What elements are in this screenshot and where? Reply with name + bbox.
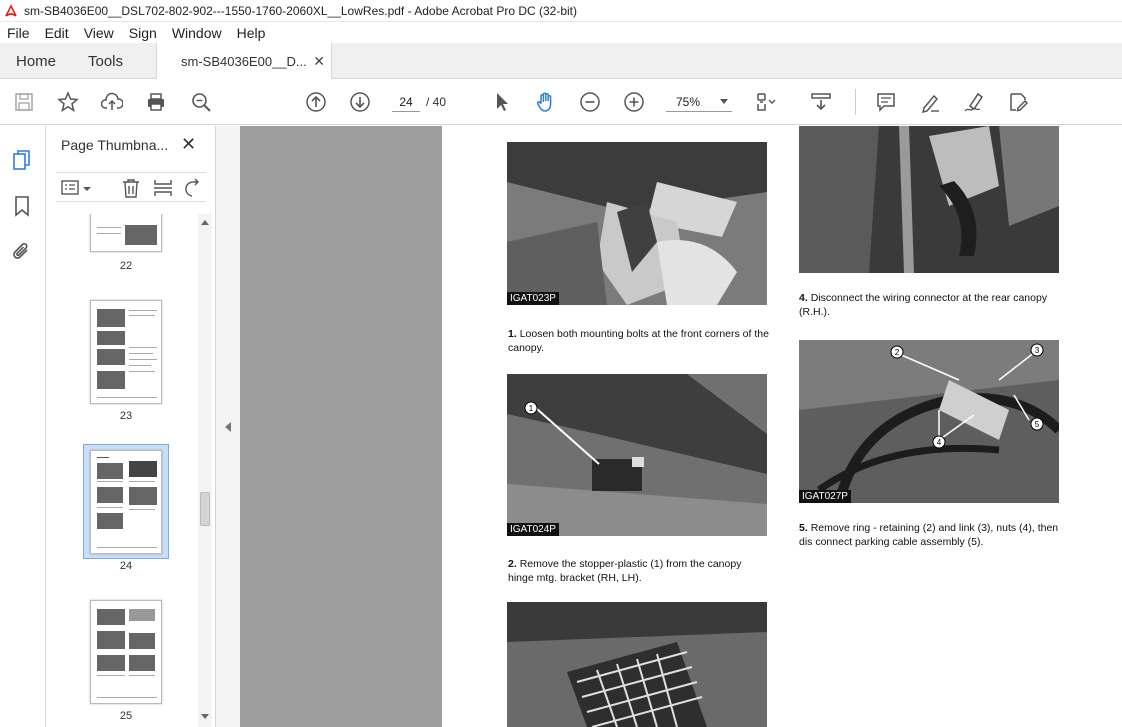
save-icon[interactable] bbox=[12, 90, 36, 114]
scroll-up-icon[interactable] bbox=[201, 220, 209, 225]
document-background bbox=[240, 126, 442, 727]
svg-text:3: 3 bbox=[1035, 346, 1040, 355]
photo-rear-canopy bbox=[799, 126, 1059, 273]
scroll-down-icon[interactable] bbox=[201, 714, 209, 719]
step-5: 5. Remove ring - retaining (2) and link … bbox=[799, 521, 1061, 549]
window-title: sm-SB4036E00__DSL702-802-902---1550-1760… bbox=[24, 3, 578, 18]
delete-page-icon[interactable] bbox=[120, 177, 142, 199]
title-bar: sm-SB4036E00__DSL702-802-902---1550-1760… bbox=[0, 0, 1122, 22]
next-page-icon[interactable] bbox=[348, 90, 372, 114]
document-page: IGAT023P 1. Loosen both mounting bolts a… bbox=[442, 126, 1122, 727]
thumbnail-scrollbar[interactable] bbox=[198, 214, 212, 727]
scrolling-mode-icon[interactable] bbox=[809, 90, 833, 114]
photo-grille bbox=[507, 602, 767, 727]
photo-igat024p: 1 IGAT024P bbox=[507, 374, 767, 536]
step-1: 1. Loosen both mounting bolts at the fro… bbox=[508, 327, 770, 355]
tab-document[interactable]: sm-SB4036E00__D... ✕ bbox=[156, 43, 332, 80]
thumbnail-label-24: 24 bbox=[119, 560, 133, 572]
zoom-in-icon[interactable] bbox=[622, 90, 646, 114]
tab-tools[interactable]: Tools bbox=[88, 43, 123, 79]
bookmark-star-icon[interactable] bbox=[56, 90, 80, 114]
svg-text:2: 2 bbox=[895, 348, 900, 357]
tab-document-label: sm-SB4036E00__D... bbox=[181, 54, 307, 69]
panel-title: Page Thumbna... bbox=[61, 137, 169, 153]
step-2-text: Remove the stopper-plastic (1) from the … bbox=[508, 558, 742, 584]
close-tab-icon[interactable]: ✕ bbox=[313, 53, 325, 70]
zoom-level-select[interactable]: 75% bbox=[666, 92, 732, 112]
menu-view[interactable]: View bbox=[77, 25, 122, 41]
step-4-text: Disconnect the wiring connector at the r… bbox=[799, 292, 1048, 318]
zoom-search-icon[interactable] bbox=[189, 90, 213, 114]
panel-splitter[interactable] bbox=[216, 126, 240, 727]
panel-toolbar bbox=[56, 172, 206, 202]
attachments-icon[interactable] bbox=[10, 240, 34, 264]
photo-tag-2: IGAT024P bbox=[507, 523, 559, 536]
rotate-page-icon[interactable] bbox=[184, 177, 206, 199]
toolbar-divider bbox=[855, 89, 856, 115]
svg-text:4: 4 bbox=[937, 438, 942, 447]
thumbnail-label-23: 23 bbox=[119, 410, 133, 422]
zoom-level-value: 75% bbox=[676, 95, 701, 109]
chevron-down-icon bbox=[720, 99, 728, 104]
thumbnail-page-25[interactable] bbox=[90, 600, 162, 704]
highlight-pen-icon[interactable] bbox=[918, 90, 942, 114]
fill-sign-icon[interactable] bbox=[962, 90, 986, 114]
page-number-input[interactable]: 24 bbox=[392, 92, 420, 112]
step-4: 4. Disconnect the wiring connector at th… bbox=[799, 291, 1061, 319]
step-5-text: Remove ring - retaining (2) and link (3)… bbox=[799, 522, 1059, 548]
menu-help[interactable]: Help bbox=[230, 25, 274, 41]
menu-edit[interactable]: Edit bbox=[38, 25, 77, 41]
menu-window[interactable]: Window bbox=[165, 25, 230, 41]
page-total: / 40 bbox=[426, 95, 447, 109]
thumbnail-list: 22 23 24 25 bbox=[46, 214, 198, 727]
zoom-out-icon[interactable] bbox=[578, 90, 602, 114]
menu-file[interactable]: File bbox=[0, 25, 38, 41]
photo-tag-1: IGAT023P bbox=[507, 292, 559, 305]
toolbar: 24 / 40 75% bbox=[0, 79, 1122, 125]
thumbnail-page-23[interactable] bbox=[90, 300, 162, 404]
step-2: 2. Remove the stopper-plastic (1) from t… bbox=[508, 557, 770, 585]
tab-bar: Home Tools sm-SB4036E00__D... ✕ bbox=[0, 43, 1122, 80]
bookmarks-icon[interactable] bbox=[10, 194, 34, 218]
tab-home[interactable]: Home bbox=[16, 43, 56, 79]
close-panel-icon[interactable]: ✕ bbox=[181, 134, 196, 155]
photo-igat023p: IGAT023P bbox=[507, 142, 767, 305]
page-display-icon[interactable] bbox=[754, 90, 778, 114]
svg-text:1: 1 bbox=[529, 404, 534, 413]
hand-tool-icon[interactable] bbox=[534, 90, 558, 114]
upload-cloud-icon[interactable] bbox=[100, 90, 124, 114]
page-thumbnails-panel: Page Thumbna... ✕ 22 23 24 25 bbox=[46, 126, 216, 727]
menu-sign[interactable]: Sign bbox=[122, 25, 165, 41]
thumbnail-options-icon[interactable] bbox=[60, 177, 82, 199]
step-1-number: 1. bbox=[508, 328, 517, 340]
collapse-panel-icon[interactable] bbox=[225, 422, 231, 432]
photo-tag-3: IGAT027P bbox=[799, 490, 851, 503]
comment-icon[interactable] bbox=[874, 90, 898, 114]
navigation-rail bbox=[0, 126, 46, 727]
edit-pdf-icon[interactable] bbox=[1006, 90, 1030, 114]
print-icon[interactable] bbox=[144, 90, 168, 114]
thumbnail-page-24[interactable] bbox=[90, 450, 162, 554]
step-1-text: Loosen both mounting bolts at the front … bbox=[508, 328, 769, 354]
thumbnail-page-22[interactable] bbox=[90, 214, 162, 252]
photo-igat027p: 2 3 4 5 IGAT027P bbox=[799, 340, 1059, 503]
previous-page-icon[interactable] bbox=[304, 90, 328, 114]
chevron-down-icon[interactable] bbox=[82, 177, 92, 199]
thumbnail-label-25: 25 bbox=[119, 710, 133, 722]
acrobat-icon bbox=[4, 3, 18, 18]
step-4-number: 4. bbox=[799, 292, 808, 304]
step-2-number: 2. bbox=[508, 558, 517, 570]
svg-text:5: 5 bbox=[1035, 420, 1040, 429]
page-thumbnails-icon[interactable] bbox=[10, 148, 34, 172]
scrollbar-thumb[interactable] bbox=[200, 492, 210, 526]
menu-bar: File Edit View Sign Window Help bbox=[0, 22, 1122, 43]
thumbnail-label-22: 22 bbox=[119, 260, 133, 272]
step-5-number: 5. bbox=[799, 522, 808, 534]
select-cursor-icon[interactable] bbox=[490, 90, 514, 114]
insert-page-icon[interactable] bbox=[152, 177, 174, 199]
